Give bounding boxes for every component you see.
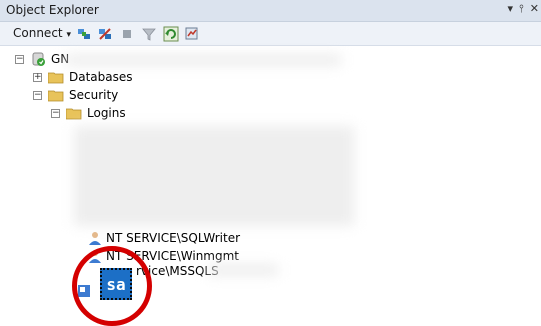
highlight-circle	[72, 246, 152, 326]
panel-title: Object Explorer	[6, 3, 99, 17]
stop-icon[interactable]	[119, 26, 135, 42]
disconnect-icon[interactable]	[97, 26, 113, 42]
login-sqlwriter[interactable]: NT SERVICE\SQLWriter	[88, 229, 240, 247]
redacted-mssql-suffix	[208, 264, 278, 276]
folder-icon	[48, 72, 64, 83]
tree-node-security[interactable]: − Security	[33, 86, 118, 104]
security-label: Security	[69, 88, 119, 102]
refresh-icon[interactable]	[163, 26, 179, 42]
panel-title-buttons: ▾ ⫯ ✕	[507, 2, 539, 16]
expand-icon[interactable]: +	[33, 72, 42, 82]
collapse-icon[interactable]: −	[15, 54, 24, 64]
tree-node-server[interactable]: − GN	[15, 50, 69, 68]
server-icon	[32, 52, 45, 66]
connect-icon[interactable]	[76, 26, 92, 42]
filter-icon[interactable]	[141, 26, 157, 42]
tree-node-databases[interactable]: + Databases	[33, 68, 133, 86]
connect-label: Connect	[13, 26, 63, 40]
connect-button[interactable]: Connect ▾	[13, 26, 71, 40]
redacted-logins	[74, 126, 354, 226]
activity-monitor-icon[interactable]	[184, 26, 200, 42]
dropdown-icon[interactable]: ▾	[507, 2, 513, 16]
login-user-icon	[89, 232, 101, 245]
object-explorer-titlebar: Object Explorer ▾ ⫯ ✕	[0, 0, 541, 22]
tree-node-logins[interactable]: − Logins	[51, 104, 126, 122]
folder-icon	[48, 90, 64, 101]
pin-icon[interactable]: ⫯	[519, 2, 524, 16]
close-icon[interactable]: ✕	[530, 2, 539, 16]
connect-caret-icon: ▾	[66, 30, 71, 40]
logins-label: Logins	[87, 106, 126, 120]
redacted-server-name	[66, 54, 341, 66]
collapse-icon[interactable]: −	[51, 108, 60, 118]
login-sqlwriter-label: NT SERVICE\SQLWriter	[106, 231, 241, 245]
folder-open-icon	[66, 108, 82, 119]
databases-label: Databases	[69, 70, 133, 84]
object-explorer-toolbar: Connect ▾	[0, 22, 541, 46]
collapse-icon[interactable]: −	[33, 90, 42, 100]
